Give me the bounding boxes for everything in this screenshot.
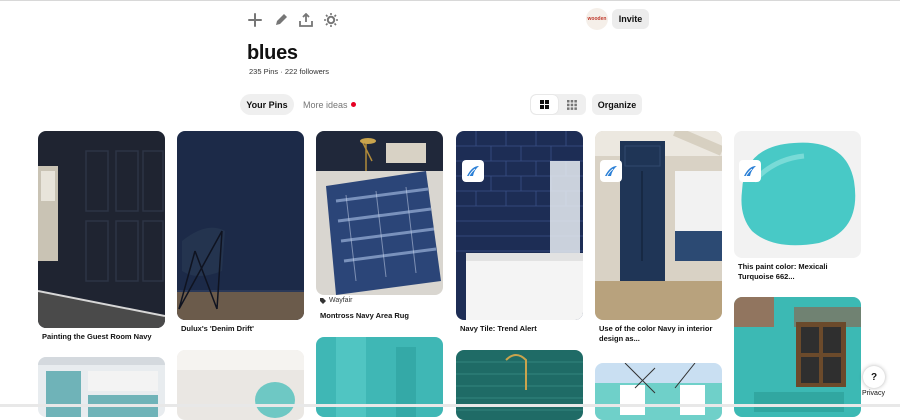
plus-icon[interactable]: [245, 10, 265, 30]
pin-caption[interactable]: Navy Tile: Trend Alert: [460, 324, 584, 334]
pin-source-label: Wayfair: [329, 297, 353, 304]
tag-icon: [320, 297, 326, 304]
invite-button[interactable]: Invite: [612, 9, 649, 29]
board-title: blues: [247, 42, 298, 64]
pin-image-navy-rug[interactable]: [316, 131, 443, 295]
grid-large-icon: [540, 100, 549, 109]
pin-image-teal-tile[interactable]: [456, 350, 583, 420]
gear-icon[interactable]: [321, 10, 341, 30]
pin-image-house-window[interactable]: [595, 363, 722, 420]
help-button[interactable]: ?: [863, 366, 885, 388]
pin-image-egg[interactable]: [177, 350, 304, 420]
pin-image-turquoise-window[interactable]: [734, 297, 861, 417]
pin-image-kitchen[interactable]: [38, 357, 165, 417]
pin-caption[interactable]: Use of the color Navy in interior design…: [599, 324, 723, 344]
avatar[interactable]: wooden: [586, 8, 608, 30]
pin-image-paint-swatch[interactable]: [734, 131, 861, 258]
board-meta: 235 Pins · 222 followers: [249, 67, 330, 76]
grid-small-icon: [567, 99, 577, 110]
share-icon[interactable]: [296, 10, 316, 30]
tab-more-ideas[interactable]: More ideas: [303, 100, 348, 110]
view-toggle: [530, 94, 586, 115]
pin-caption[interactable]: Montross Navy Area Rug: [320, 311, 444, 321]
pin-image-denim-drift[interactable]: [177, 131, 304, 320]
brand-logo-icon: [600, 160, 622, 182]
pin-image-navy-room[interactable]: [38, 131, 165, 328]
brand-logo-icon: [462, 160, 484, 182]
pin-caption[interactable]: Dulux's 'Denim Drift': [181, 324, 305, 334]
pin-caption[interactable]: This paint color: Mexicali Turquoise 662…: [738, 262, 862, 282]
notification-dot: [351, 102, 356, 107]
top-divider: [0, 0, 900, 1]
avatar-text: wooden: [587, 16, 607, 22]
privacy-link[interactable]: Privacy: [861, 390, 886, 397]
pin-source[interactable]: Wayfair: [320, 297, 352, 304]
tab-your-pins[interactable]: Your Pins: [240, 94, 294, 115]
organize-button[interactable]: Organize: [592, 94, 642, 115]
brand-logo-icon: [739, 160, 761, 182]
pin-caption[interactable]: Painting the Guest Room Navy: [42, 332, 166, 342]
pencil-icon[interactable]: [271, 10, 291, 30]
compact-grid-button[interactable]: [559, 95, 585, 114]
default-grid-button[interactable]: [531, 95, 558, 114]
